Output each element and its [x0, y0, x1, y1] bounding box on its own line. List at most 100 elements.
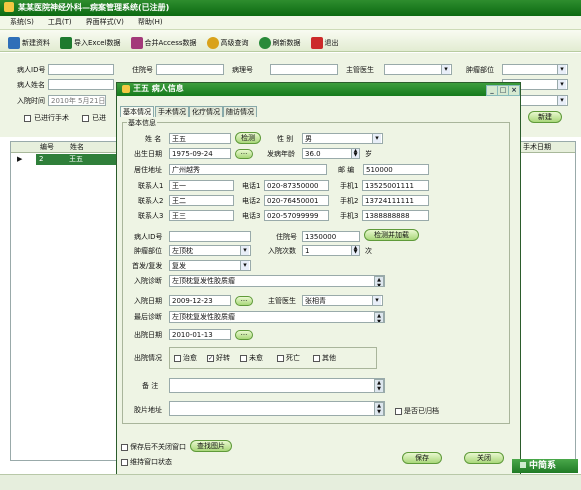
contact2-label: 联系人2 [138, 197, 164, 205]
tab-chemo[interactable]: 化疗情况 [189, 106, 223, 117]
onset-age-field[interactable]: 36.0 ▲ ▼ [302, 148, 360, 159]
surgery-checkbox-label: 已进行手术 [34, 114, 69, 122]
surgery-checkbox[interactable] [24, 115, 31, 122]
outcome-improved-checkbox[interactable]: ✓ [207, 355, 214, 362]
onset-age-label: 发病年龄 [267, 150, 295, 158]
hospital-no-input[interactable] [156, 64, 224, 75]
patient-name-label: 病人姓名 [17, 81, 45, 89]
search-icon [206, 36, 219, 49]
menu-bar: 系统(S) 工具(T) 界面样式(V) 帮助(H) [0, 16, 581, 30]
onset-age-spinner[interactable]: ▲ ▼ [351, 149, 359, 158]
admit-date-picker-button[interactable]: ··· [235, 296, 253, 306]
discharge-field[interactable]: 2010-01-13 [169, 329, 231, 340]
phone2-field[interactable]: 020-76450001 [264, 195, 329, 206]
check-load-button[interactable]: 检测并加载 [364, 229, 419, 241]
chemo-checkbox[interactable] [82, 115, 89, 122]
admit-count-field[interactable]: 1 ▲ ▼ [302, 245, 360, 256]
admit-count-spinner[interactable]: ▲ ▼ [351, 246, 359, 255]
import-excel-button[interactable]: 导入Excel数据 [60, 34, 121, 51]
final-diag-scroll[interactable]: ▲ ▼ [374, 312, 384, 322]
tumor-label: 肿瘤部位 [134, 247, 162, 255]
contact3-name[interactable]: 王三 [169, 210, 234, 221]
admit-diag-scroll[interactable]: ▲ ▼ [374, 276, 384, 286]
dialog-icon [122, 85, 130, 93]
close-icon[interactable]: × [508, 85, 520, 96]
mobile2-field[interactable]: 13724111111 [362, 195, 429, 206]
new-record-button[interactable]: 新建资料 [8, 34, 50, 51]
film-scroll[interactable]: ▲ ▼ [374, 402, 384, 415]
name-field[interactable]: 王五 [169, 133, 231, 144]
menu-system[interactable]: 系统(S) [6, 16, 38, 29]
dob-picker-button[interactable]: ··· [235, 149, 253, 159]
pathology-no-input[interactable] [270, 64, 338, 75]
toolbar: 新建资料 导入Excel数据 合并Access数据 高级查询 刷新数据 退出 [0, 30, 581, 52]
film-field[interactable]: ▲ ▼ [169, 401, 385, 416]
archived-checkbox[interactable] [395, 408, 402, 415]
mobile3-field[interactable]: 1388888888 [362, 210, 429, 221]
tumor-select[interactable]: 左顶枕 [169, 245, 251, 256]
outcome-uncured-checkbox[interactable] [240, 355, 247, 362]
outcome-uncured-label: 未愈 [249, 354, 263, 362]
gender-select[interactable]: 男 [302, 133, 383, 144]
admit-date-from[interactable]: 2010年 5月21日 [48, 95, 106, 106]
phone1-field[interactable]: 020-87350000 [264, 180, 329, 191]
tab-followup[interactable]: 随访情况 [223, 106, 257, 117]
grid-header-surgery-date[interactable]: 手术日期 [523, 141, 551, 153]
new-filter-button[interactable]: 新建 [528, 111, 562, 123]
keep-state-label: 维持窗口状态 [130, 458, 172, 466]
contact1-label: 联系人1 [138, 182, 164, 190]
contact1-name[interactable]: 王一 [169, 180, 234, 191]
find-image-button[interactable]: 查找图片 [190, 440, 232, 452]
tab-basic[interactable]: 基本情况 [120, 106, 154, 117]
close-button[interactable]: 关闭 [464, 452, 504, 464]
first-relapse-label: 首发/复发 [132, 262, 163, 270]
admit-date-field[interactable]: 2009-12-23 [169, 295, 231, 306]
grid-header-id[interactable]: 编号 [40, 141, 54, 153]
outcome-other-label: 其他 [322, 354, 336, 362]
final-diag-field[interactable]: 左顶枕复发性胶质瘤 ▲ ▼ [169, 311, 385, 323]
hospno-field[interactable]: 1350000 [302, 231, 360, 242]
patient-name-input[interactable] [48, 79, 114, 90]
admit-diag-label: 入院诊断 [134, 277, 162, 285]
address-field[interactable]: 广州越秀 [169, 164, 327, 175]
dob-field[interactable]: 1975-09-24 [169, 148, 231, 159]
mobile1-field[interactable]: 13525001111 [362, 180, 429, 191]
phone2-label: 电话2 [242, 197, 261, 205]
save-button[interactable]: 保存 [402, 452, 442, 464]
final-diag-label: 最后诊断 [134, 313, 162, 321]
mobile2-label: 手机2 [340, 197, 359, 205]
check-button[interactable]: 检测 [235, 132, 261, 144]
brand-badge: 中简系 [512, 459, 578, 473]
patient-id-input[interactable] [48, 64, 114, 75]
keep-state-checkbox[interactable] [121, 459, 128, 466]
tab-surgery[interactable]: 手术情况 [155, 106, 189, 117]
table-row[interactable]: 2 王五 [36, 154, 118, 165]
phone3-field[interactable]: 020-57099999 [264, 210, 329, 221]
outcome-cured-checkbox[interactable] [174, 355, 181, 362]
advanced-search-button[interactable]: 高级查询 [206, 34, 249, 51]
menu-tools[interactable]: 工具(T) [44, 16, 76, 29]
outcome-other-checkbox[interactable] [313, 355, 320, 362]
menu-style[interactable]: 界面样式(V) [82, 16, 128, 29]
first-relapse-select[interactable]: 复发 [169, 260, 251, 271]
doctor-filter-select[interactable] [384, 64, 452, 75]
merge-access-button[interactable]: 合并Access数据 [130, 34, 197, 51]
admit-date-label: 入院日期 [134, 297, 162, 305]
dialog-title: 王五 病人信息 [133, 84, 184, 93]
admit-diag-field[interactable]: 左顶枕复发性胶质瘤 ▲ ▼ [169, 275, 385, 287]
note-scroll[interactable]: ▲ ▼ [374, 379, 384, 392]
postcode-field[interactable]: 510000 [363, 164, 429, 175]
pid-label: 病人ID号 [134, 233, 163, 241]
note-field[interactable]: ▲ ▼ [169, 378, 385, 393]
discharge-picker-button[interactable]: ··· [235, 330, 253, 340]
refresh-button[interactable]: 刷新数据 [258, 34, 301, 51]
pid-field[interactable] [169, 231, 251, 242]
grid-header-name[interactable]: 姓名 [70, 141, 84, 153]
contact2-name[interactable]: 王二 [169, 195, 234, 206]
menu-help[interactable]: 帮助(H) [134, 16, 167, 29]
outcome-death-checkbox[interactable] [277, 355, 284, 362]
doctor-select[interactable]: 张相青 [302, 295, 383, 306]
tumor-filter-select[interactable] [502, 64, 568, 75]
keep-open-checkbox[interactable] [121, 444, 128, 451]
exit-button[interactable]: 退出 [310, 34, 339, 51]
